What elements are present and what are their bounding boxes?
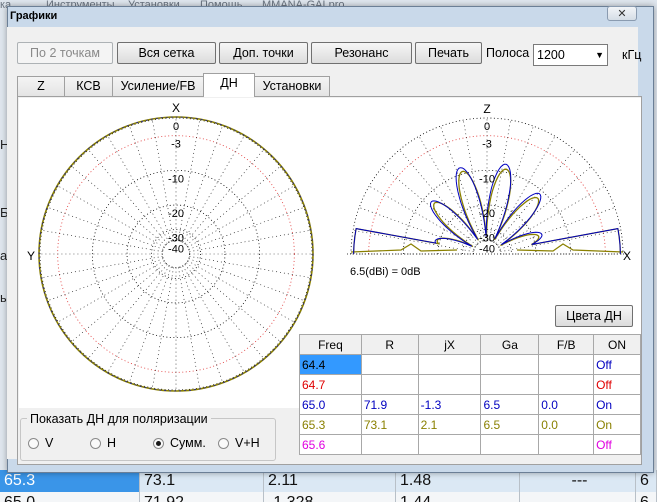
cell-r[interactable]: 71.9 [360, 394, 419, 415]
cell-freq[interactable]: 65.3 [299, 414, 362, 435]
cell-ga[interactable]: 6.5 [480, 394, 540, 415]
bg-table-row[interactable]: 65.3 73.1 2.11 1.48 --- 6 [0, 470, 657, 492]
header-freq[interactable]: Freq [299, 334, 362, 355]
close-button[interactable]: ✕ [607, 6, 637, 21]
band-value: 1200 [537, 48, 565, 62]
table-row[interactable]: 64.7 Off [299, 374, 641, 395]
two-points-button[interactable]: По 2 точкам [17, 42, 113, 64]
table-row[interactable]: 65.6 Off [299, 434, 641, 455]
radio-circle-icon[interactable] [90, 438, 101, 449]
cell-ga[interactable] [480, 374, 540, 395]
results-table: Freq R jX Ga F/B ON 64.4 Off 64.7 Off 65.0… [299, 334, 641, 455]
extra-points-button[interactable]: Доп. точки [219, 42, 308, 64]
cell-freq[interactable]: 65.6 [299, 434, 362, 455]
resonance-button[interactable]: Резонанс [311, 42, 412, 64]
bg-table-row[interactable]: 65.0 71.92 -1.328 1.44 6. [0, 492, 657, 502]
table-row[interactable]: 65.3 73.1 2.1 6.5 0.0 On [299, 414, 641, 435]
cell-jx[interactable] [417, 374, 482, 395]
radio-v-plus-h[interactable]: V+H [218, 435, 260, 451]
tab-z[interactable]: Z [17, 76, 65, 96]
cell-on[interactable]: Off [593, 354, 641, 375]
radio-h[interactable]: H [90, 435, 116, 451]
cell-on[interactable]: Off [593, 374, 641, 395]
cell-ga[interactable]: 6.5 [480, 414, 540, 435]
band-label: Полоса [486, 46, 530, 60]
band-select[interactable]: 1200 ▼ [533, 44, 608, 66]
cell-on[interactable]: On [593, 394, 641, 415]
tab-swr[interactable]: КСВ [64, 76, 113, 96]
cell-fb[interactable]: 0.0 [538, 414, 595, 435]
header-fb[interactable]: F/B [538, 334, 595, 355]
tab-gain-fb[interactable]: Усиление/FB [112, 76, 204, 96]
table-header-row: Freq R jX Ga F/B ON [299, 334, 641, 355]
cell-jx[interactable]: -1.3 [417, 394, 482, 415]
cell-jx[interactable]: 2.1 [417, 414, 482, 435]
header-r[interactable]: R [360, 334, 419, 355]
tab-pattern[interactable]: ДН [203, 73, 255, 97]
full-grid-button[interactable]: Вся сетка [117, 42, 216, 64]
cell-fb[interactable] [538, 354, 595, 375]
radio-v[interactable]: V [28, 435, 53, 451]
cell-r[interactable] [360, 374, 419, 395]
cell-on[interactable]: On [593, 414, 641, 435]
cell-r[interactable]: 73.1 [360, 414, 419, 435]
cell-freq[interactable]: 64.4 [299, 354, 362, 375]
radio-circle-icon[interactable] [153, 438, 164, 449]
table-row[interactable]: 64.4 Off [299, 354, 641, 375]
radio-label: V [45, 436, 54, 450]
radio-label: Сумм. [170, 436, 206, 450]
radio-circle-icon[interactable] [28, 438, 39, 449]
cell-ga[interactable] [480, 434, 540, 455]
header-ga[interactable]: Ga [480, 334, 540, 355]
cell-jx[interactable] [417, 434, 482, 455]
polarization-group-title: Показать ДН для поляризации [27, 412, 211, 426]
unit-label: кГц [622, 48, 642, 62]
radio-circle-icon[interactable] [218, 438, 229, 449]
header-jx[interactable]: jX [417, 334, 482, 355]
radio-label: H [107, 436, 117, 450]
header-on[interactable]: ON [593, 334, 641, 355]
cell-r[interactable] [360, 354, 419, 375]
cell-fb[interactable] [538, 434, 595, 455]
radio-label: V+H [235, 436, 260, 450]
cell-fb[interactable] [538, 374, 595, 395]
radio-sum[interactable]: Сумм. [153, 435, 206, 451]
cell-ga[interactable] [480, 354, 540, 375]
window-title: Графики [10, 10, 58, 22]
print-button[interactable]: Печать [415, 42, 482, 64]
close-icon: ✕ [617, 8, 627, 20]
table-row[interactable]: 65.0 71.9 -1.3 6.5 0.0 On [299, 394, 641, 415]
cell-fb[interactable]: 0.0 [538, 394, 595, 415]
chevron-down-icon: ▼ [595, 50, 604, 60]
pattern-colors-button[interactable]: Цвета ДН [555, 305, 633, 327]
cell-r[interactable] [360, 434, 419, 455]
cell-on[interactable]: Off [593, 434, 641, 455]
cell-jx[interactable] [417, 354, 482, 375]
cell-freq[interactable]: 64.7 [299, 374, 362, 395]
tab-settings[interactable]: Установки [254, 76, 330, 96]
cell-freq[interactable]: 65.0 [299, 394, 362, 415]
